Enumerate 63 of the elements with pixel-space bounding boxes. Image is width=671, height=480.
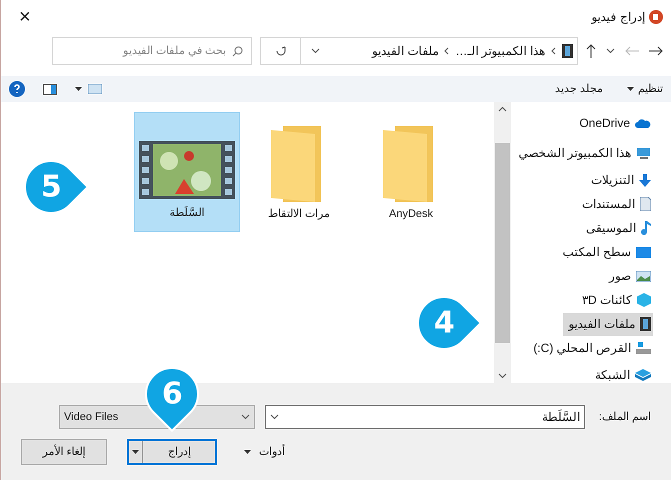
window-title: إدراج فيديو xyxy=(592,9,645,26)
chevron-down-icon xyxy=(606,48,615,54)
music-note-icon xyxy=(641,221,651,235)
cube-icon xyxy=(637,293,651,307)
search-icon xyxy=(232,46,243,56)
caret-icon xyxy=(244,450,251,454)
sidebar-item[interactable]: سطح المكتب xyxy=(556,240,653,264)
download-arrow-icon xyxy=(639,174,651,186)
toolbar-command[interactable]: مجلد جديد xyxy=(554,80,603,98)
drive-icon xyxy=(636,342,651,354)
close-button[interactable]: × xyxy=(9,7,41,27)
video-thumbnail-icon xyxy=(139,141,235,199)
chevron-down-icon xyxy=(311,48,320,54)
network-icon xyxy=(635,369,651,381)
chevron-down-icon xyxy=(270,414,279,420)
desktop-icon xyxy=(636,246,651,258)
sidebar-item[interactable]: التنزيلات xyxy=(585,168,653,192)
chevron-down-icon xyxy=(498,373,507,379)
search-box[interactable]: بحث في ملفات الفيديو xyxy=(52,37,252,65)
cloud-icon xyxy=(635,118,651,128)
sidebar-item[interactable]: الموسيقى xyxy=(580,216,653,240)
scrollbar-thumb[interactable] xyxy=(495,142,510,342)
filename-box[interactable]: السَّلَطة xyxy=(265,405,585,429)
film-icon xyxy=(640,317,651,331)
address-bar[interactable]: هذا الكمبيوتر الـ… ملفات الفيديو xyxy=(260,37,578,65)
caret-icon xyxy=(627,87,634,91)
sidebar-item[interactable]: هذا الكمبيوتر الشخصي xyxy=(512,142,653,164)
search-field[interactable]: بحث في ملفات الفيديو xyxy=(61,42,226,60)
sidebar-item[interactable]: المستندات xyxy=(576,192,653,216)
chevron-down-icon xyxy=(241,414,250,420)
picture-icon xyxy=(636,270,651,282)
caret-icon xyxy=(75,87,82,91)
film-icon xyxy=(562,44,573,58)
back-arrow-icon[interactable] xyxy=(649,46,663,56)
computer-icon xyxy=(636,147,651,159)
preview-pane-icon[interactable] xyxy=(43,84,57,94)
breadcrumb[interactable]: هذا الكمبيوتر الـ… xyxy=(455,42,545,60)
insert-split-button[interactable]: إدراج xyxy=(127,439,218,465)
sidebar-item[interactable]: الشبكة xyxy=(589,364,653,386)
document-icon xyxy=(640,197,651,211)
sidebar-item[interactable]: ملفات الفيديو xyxy=(562,312,653,336)
breadcrumb-chevron-icon xyxy=(551,47,556,55)
sidebar-item[interactable]: كائنات ٣D xyxy=(576,288,653,312)
cancel-button[interactable]: إلغاء الأمر xyxy=(21,439,108,465)
file-tile[interactable]: AnyDesk xyxy=(358,112,464,232)
toolbar-command[interactable]: تنظيم xyxy=(627,80,663,98)
app-icon xyxy=(649,10,663,24)
file-tile[interactable]: السَّلَطة xyxy=(134,112,240,232)
up-arrow-icon[interactable] xyxy=(586,44,596,58)
breadcrumb[interactable]: ملفات الفيديو xyxy=(372,42,438,60)
sidebar-item[interactable]: القرص المحلي (C:) xyxy=(527,336,653,360)
file-tile[interactable]: مرات الالتقاط xyxy=(246,112,352,232)
refresh-icon[interactable] xyxy=(274,45,286,57)
sidebar-item[interactable]: صور xyxy=(603,264,653,288)
tools-menu[interactable]: أدوات xyxy=(227,444,285,460)
filename-label: اسم الملف: xyxy=(598,410,651,425)
help-icon[interactable] xyxy=(9,81,25,97)
scrollbar[interactable] xyxy=(494,102,511,383)
filename-field[interactable]: السَّلَطة xyxy=(279,408,580,426)
breadcrumb-chevron-icon xyxy=(444,47,450,55)
sidebar-item[interactable]: OneDrive xyxy=(573,112,653,134)
caret-icon xyxy=(132,450,140,454)
scroll-up-icon[interactable] xyxy=(498,106,507,112)
